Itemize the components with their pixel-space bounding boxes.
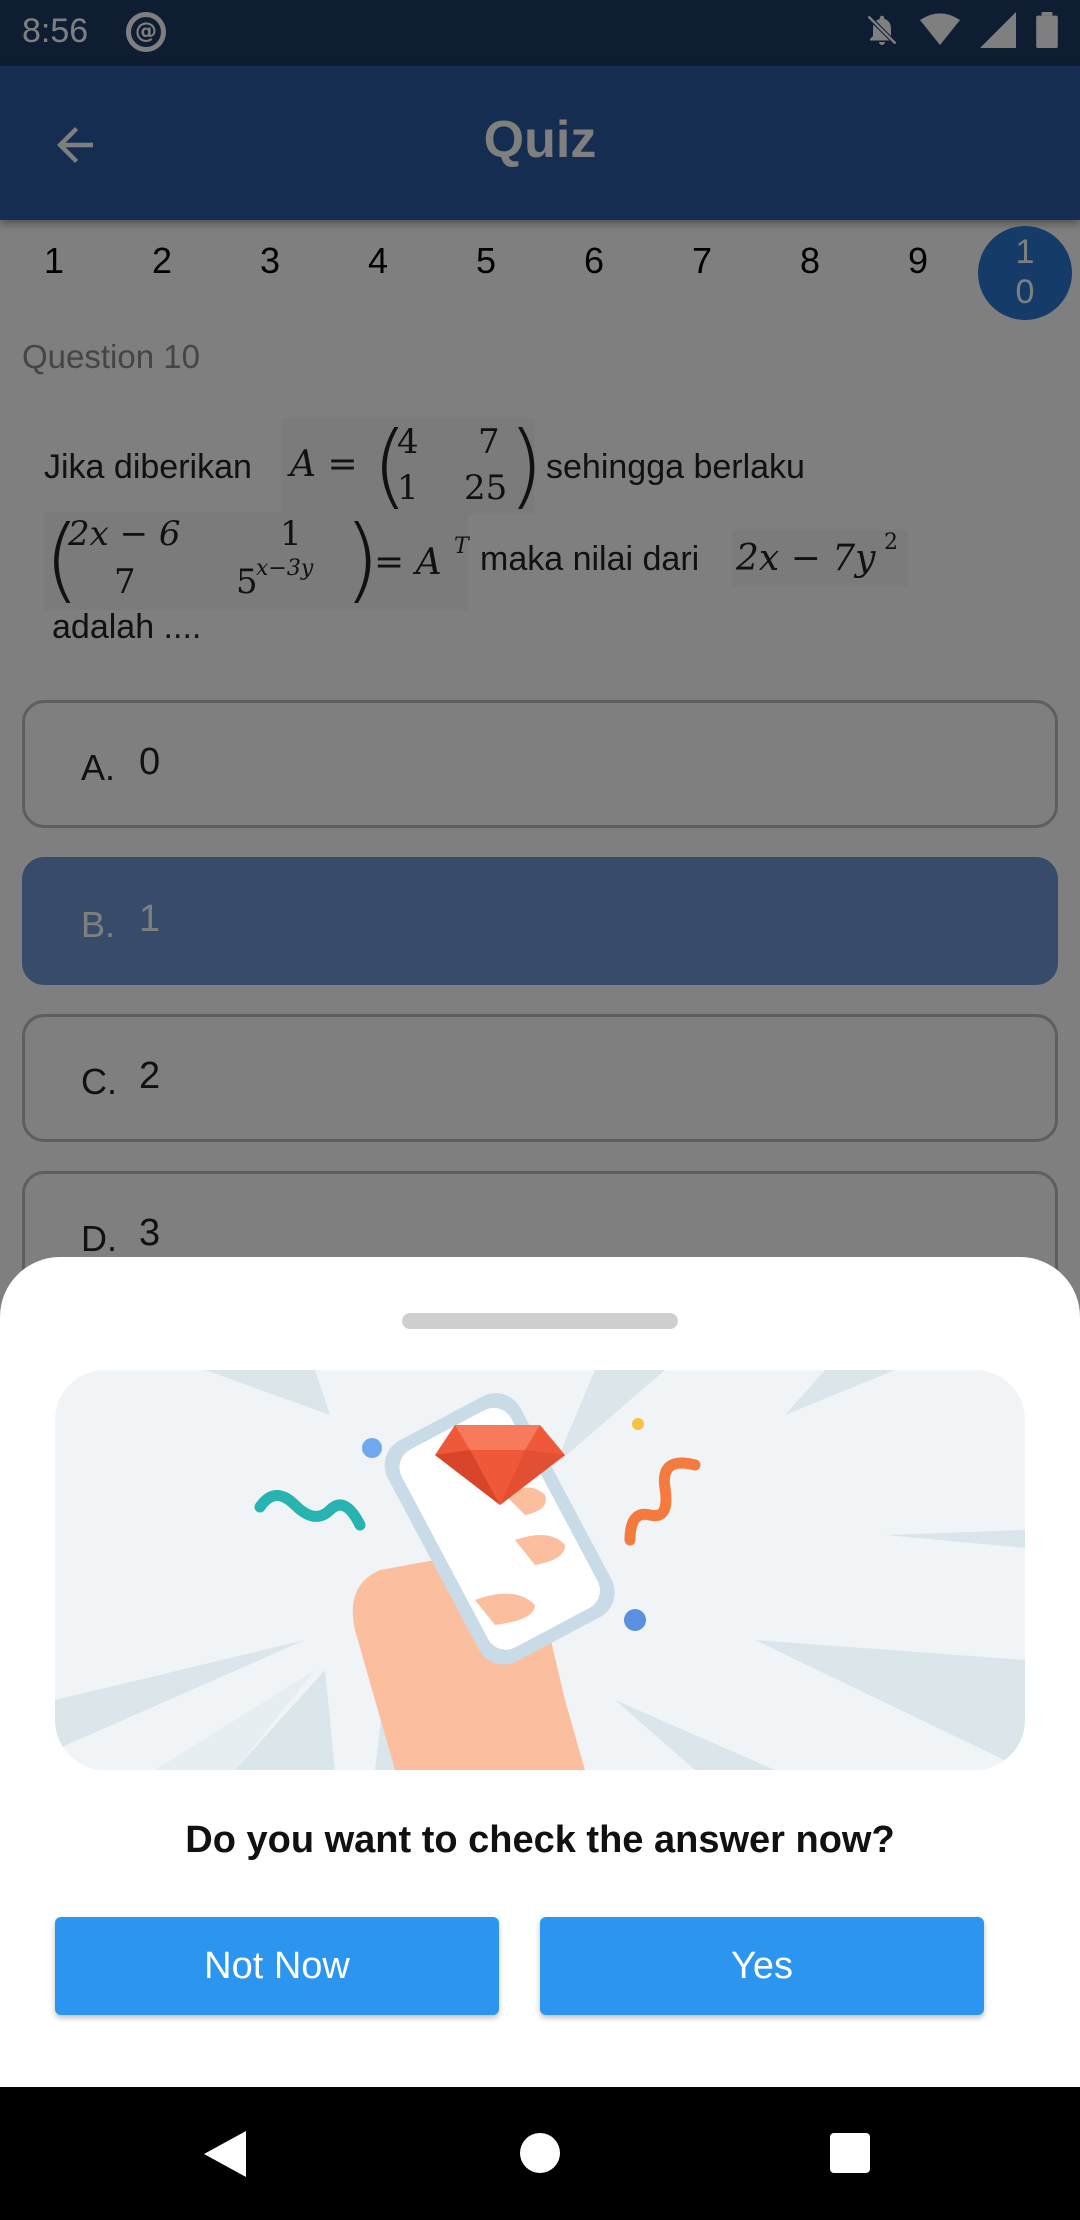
recents-square-icon[interactable] bbox=[828, 2131, 872, 2175]
not-now-button[interactable]: Not Now bbox=[55, 1917, 499, 2015]
yes-button[interactable]: Yes bbox=[540, 1917, 984, 2015]
system-navigation-bar bbox=[0, 2087, 1080, 2220]
check-answer-bottom-sheet: Do you want to check the answer now? Not… bbox=[0, 1257, 1080, 2087]
home-circle-icon[interactable] bbox=[518, 2131, 562, 2175]
back-triangle-icon[interactable] bbox=[202, 2129, 248, 2179]
phone-gem-illustration bbox=[55, 1370, 1025, 1770]
check-answer-question: Do you want to check the answer now? bbox=[185, 1819, 895, 1861]
sheet-drag-handle[interactable] bbox=[402, 1313, 678, 1329]
